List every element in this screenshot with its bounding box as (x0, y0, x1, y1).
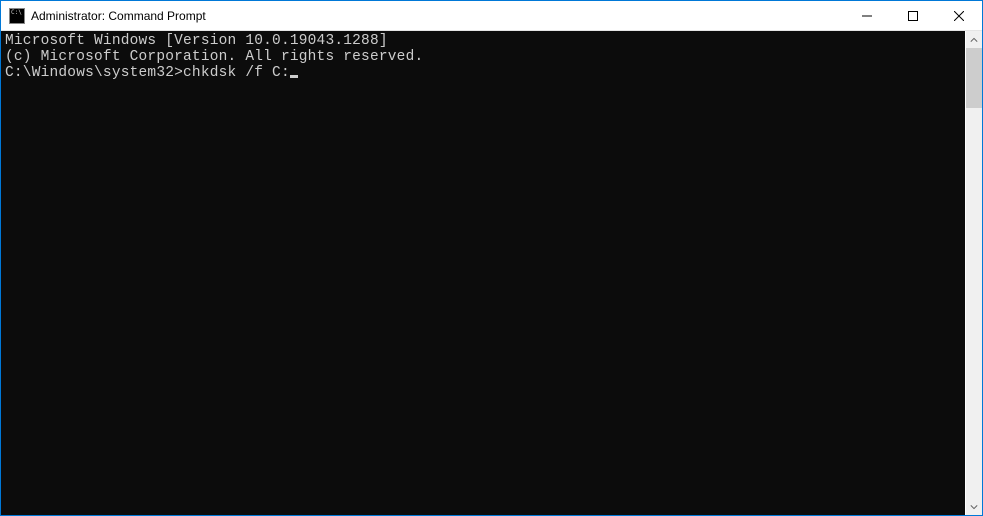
chevron-down-icon (970, 503, 978, 511)
window-controls (844, 1, 982, 30)
minimize-icon (862, 11, 872, 21)
terminal-prompt-line: C:\Windows\system32>chkdsk /f C: (5, 65, 961, 81)
scrollbar-thumb[interactable] (966, 48, 982, 108)
terminal-command: chkdsk /f C: (183, 65, 290, 81)
minimize-button[interactable] (844, 1, 890, 30)
terminal-line: Microsoft Windows [Version 10.0.19043.12… (5, 33, 961, 49)
titlebar[interactable]: Administrator: Command Prompt (1, 1, 982, 31)
terminal-line: (c) Microsoft Corporation. All rights re… (5, 49, 961, 65)
terminal-prompt: C:\Windows\system32> (5, 65, 183, 81)
maximize-button[interactable] (890, 1, 936, 30)
chevron-up-icon (970, 36, 978, 44)
vertical-scrollbar[interactable] (965, 31, 982, 515)
scroll-up-button[interactable] (966, 31, 982, 48)
scroll-down-button[interactable] (966, 498, 982, 515)
cmd-icon (9, 8, 25, 24)
close-button[interactable] (936, 1, 982, 30)
terminal-output[interactable]: Microsoft Windows [Version 10.0.19043.12… (1, 31, 965, 515)
client-area: Microsoft Windows [Version 10.0.19043.12… (1, 31, 982, 515)
terminal-cursor (290, 75, 298, 78)
scrollbar-track[interactable] (966, 48, 982, 498)
window-title: Administrator: Command Prompt (31, 9, 844, 23)
command-prompt-window: Administrator: Command Prompt Microsoft … (0, 0, 983, 516)
close-icon (954, 11, 964, 21)
maximize-icon (908, 11, 918, 21)
